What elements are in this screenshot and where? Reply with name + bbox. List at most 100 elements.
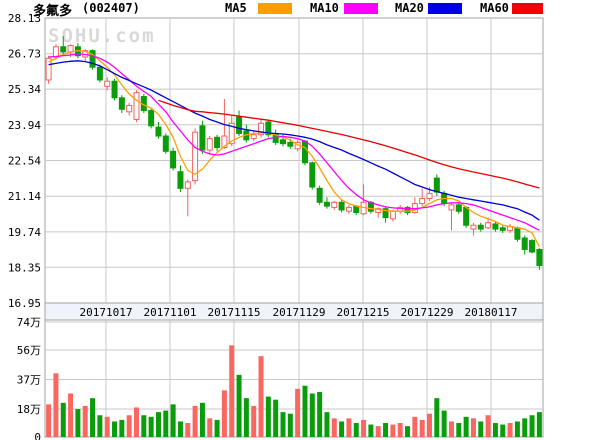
volume-bar: [302, 386, 307, 437]
candle-body: [207, 139, 212, 150]
candle-body: [53, 47, 58, 57]
candle-body: [317, 188, 322, 202]
candle-body: [185, 182, 190, 188]
candle-body: [119, 98, 124, 109]
volume-bar: [442, 411, 447, 437]
volume-bar: [259, 356, 264, 437]
candle-body: [390, 211, 395, 219]
candle-body: [324, 202, 329, 206]
candle-body: [127, 105, 132, 111]
candle-body: [449, 205, 454, 210]
price-tick-label: 23.94: [8, 119, 41, 132]
sohu-watermark: SOHU.com: [48, 25, 156, 47]
volume-bar: [324, 412, 329, 437]
volume-bar: [134, 407, 139, 437]
volume-bar: [53, 373, 58, 437]
volume-bar: [339, 421, 344, 437]
candle-body: [112, 81, 117, 98]
volume-bar: [361, 420, 366, 437]
volume-bar: [486, 415, 491, 437]
volume-bar: [178, 421, 183, 437]
volume-bar: [332, 418, 337, 437]
volume-bar: [185, 423, 190, 437]
volume-bar: [112, 421, 117, 437]
candle-body: [522, 238, 527, 249]
candle-body: [478, 225, 483, 229]
volume-bar: [163, 411, 168, 437]
volume-bar: [127, 415, 132, 437]
volume-bar: [464, 417, 469, 437]
volume-bar: [149, 417, 154, 437]
volume-bar: [390, 425, 395, 437]
volume-bar: [237, 375, 242, 437]
volume-bar: [493, 423, 498, 437]
volume-bar: [156, 412, 161, 437]
volume-bar: [119, 420, 124, 437]
volume-bar: [530, 415, 535, 437]
volume-bar: [354, 423, 359, 437]
volume-bar: [478, 421, 483, 437]
volume-bar: [207, 418, 212, 437]
candle-body: [515, 228, 520, 239]
candle-body: [500, 228, 505, 231]
candle-body: [530, 241, 535, 252]
volume-bar: [537, 412, 542, 437]
date-tick-label: 20171129: [273, 306, 326, 319]
volume-tick-label: 0: [34, 431, 41, 440]
candle-body: [215, 137, 220, 147]
volume-bar: [288, 414, 293, 437]
volume-bar: [193, 406, 198, 437]
candle-body: [456, 205, 461, 211]
candle-body: [464, 207, 469, 225]
volume-tick-label: 56万: [17, 344, 41, 357]
volume-bar: [368, 425, 373, 437]
volume-bar: [251, 406, 256, 437]
volume-bar: [171, 404, 176, 437]
kline-chart: SOHU.com28.1326.7325.3423.9422.5421.1419…: [0, 0, 600, 440]
candle-body: [105, 81, 110, 86]
price-tick-label: 28.13: [8, 12, 41, 25]
price-tick-label: 19.74: [8, 226, 41, 239]
volume-bar: [105, 417, 110, 437]
volume-bar: [273, 400, 278, 437]
volume-bar: [405, 426, 410, 437]
volume-bar: [75, 409, 80, 437]
volume-bar: [412, 417, 417, 437]
candle-body: [537, 249, 542, 265]
candle-body: [178, 172, 183, 189]
volume-bar: [97, 415, 102, 437]
volume-bar: [310, 393, 315, 437]
date-tick-label: 20171017: [80, 306, 133, 319]
candle-body: [156, 127, 161, 136]
volume-bar: [317, 392, 322, 437]
date-tick-label: 20180117: [465, 306, 518, 319]
volume-tick-label: 74万: [17, 316, 41, 329]
candle-body: [163, 136, 168, 151]
volume-bar: [281, 412, 286, 437]
price-tick-label: 26.73: [8, 48, 41, 61]
volume-bar: [61, 403, 66, 437]
candle-body: [493, 224, 498, 229]
volume-bar: [141, 415, 146, 437]
price-tick-label: 25.34: [8, 83, 41, 96]
price-tick-label: 16.95: [8, 297, 41, 310]
candle-body: [281, 140, 286, 144]
candle-body: [134, 93, 139, 120]
date-tick-label: 20171215: [337, 306, 390, 319]
candle-body: [310, 163, 315, 187]
volume-tick-label: 37万: [17, 374, 41, 387]
volume-bar: [508, 423, 513, 437]
volume-bar: [46, 404, 51, 437]
candle-body: [332, 202, 337, 207]
date-tick-label: 20171101: [144, 306, 197, 319]
candle-body: [471, 225, 476, 229]
volume-bar: [68, 393, 73, 437]
volume-bar: [244, 398, 249, 437]
volume-bar: [266, 397, 271, 437]
stock-chart-page: 多氟多 (002407) MA5 MA10 MA20 MA60 SOHU.com…: [0, 0, 600, 440]
volume-bar: [420, 420, 425, 437]
volume-bar: [522, 418, 527, 437]
volume-tick-label: 18万: [17, 403, 41, 416]
candle-body: [237, 117, 242, 134]
candle-body: [346, 207, 351, 211]
